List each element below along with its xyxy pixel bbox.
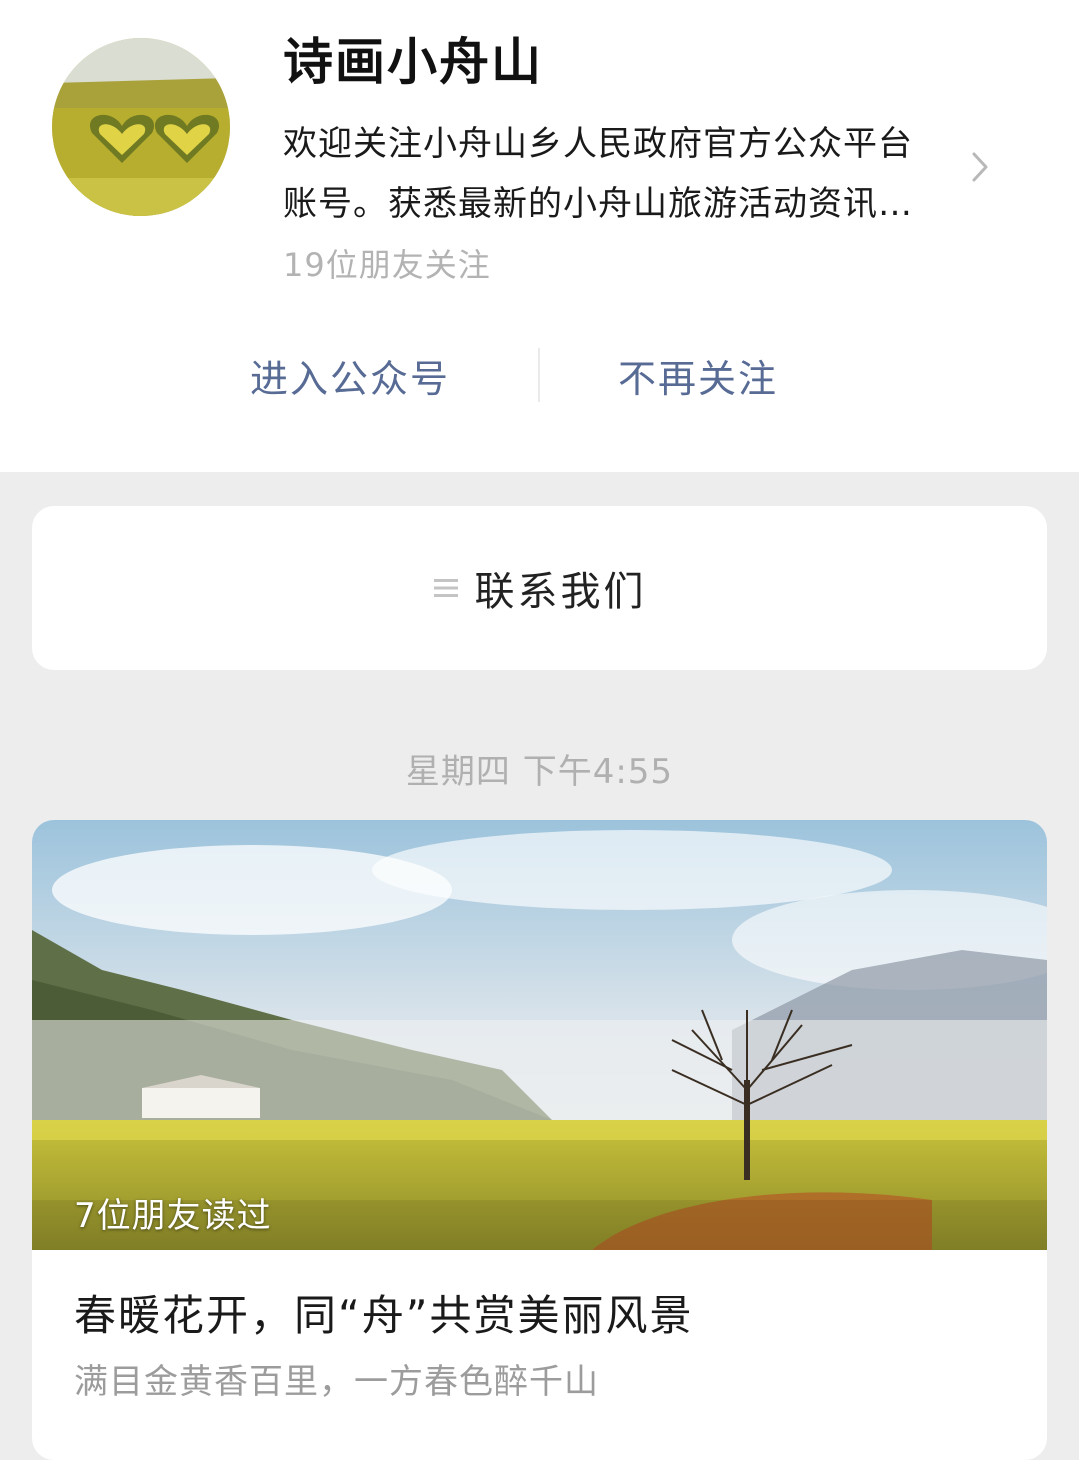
friends-read-badge: 7位朋友读过 bbox=[74, 1196, 272, 1236]
article-cover-image: 7位朋友读过 bbox=[32, 820, 1047, 1250]
chevron-right-icon[interactable] bbox=[966, 150, 994, 184]
description-line-1: 欢迎关注小舟山乡人民政府官方公众平台 bbox=[283, 124, 913, 164]
account-header: 诗画小舟山 欢迎关注小舟山乡人民政府官方公众平台 账号。获悉最新的小舟山旅游活动… bbox=[0, 0, 1079, 472]
rapeseed-heart-photo bbox=[52, 38, 230, 216]
article-subtitle: 满目金黄香百里，一方春色醉千山 bbox=[74, 1362, 599, 1402]
article-title[interactable]: 春暖花开，同“舟”共赏美丽风景 bbox=[74, 1282, 694, 1343]
contact-us-menu[interactable]: 联系我们 bbox=[32, 506, 1047, 670]
description-line-2: 账号。获悉最新的小舟山旅游活动资讯… bbox=[283, 184, 913, 224]
account-description[interactable]: 欢迎关注小舟山乡人民政府官方公众平台 账号。获悉最新的小舟山旅游活动资讯… bbox=[283, 114, 963, 234]
unfollow-button[interactable]: 不再关注 bbox=[618, 348, 778, 403]
enter-account-button[interactable]: 进入公众号 bbox=[250, 348, 450, 403]
contact-us-label: 联系我们 bbox=[474, 569, 647, 615]
follower-count: 19位朋友关注 bbox=[283, 246, 491, 284]
menu-lines-icon bbox=[433, 579, 458, 597]
article-card[interactable]: 7位朋友读过 春暖花开，同“舟”共赏美丽风景 满目金黄香百里，一方春色醉千山 bbox=[32, 820, 1047, 1460]
message-timestamp: 星期四 下午4:55 bbox=[405, 752, 674, 792]
account-avatar[interactable] bbox=[52, 38, 230, 216]
account-name: 诗画小舟山 bbox=[283, 33, 543, 91]
button-divider bbox=[538, 348, 540, 402]
